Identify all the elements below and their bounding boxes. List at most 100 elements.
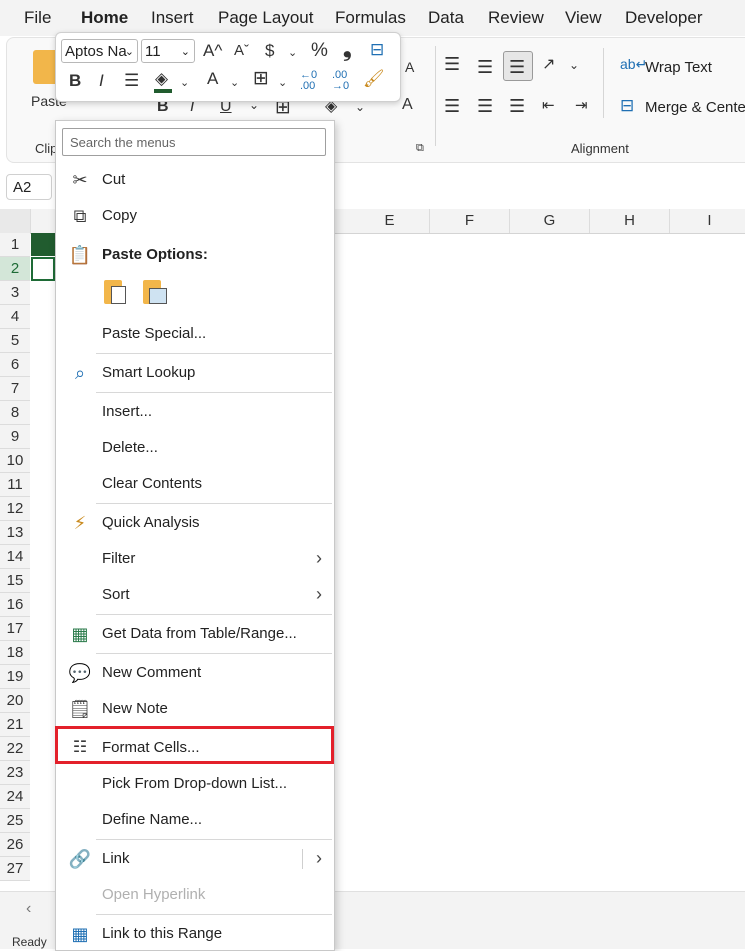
align-top-icon[interactable]: ☰	[444, 54, 460, 75]
row-header[interactable]: 12	[0, 497, 30, 521]
column-header-g[interactable]: G	[510, 209, 590, 233]
menu-item-quick-analysis[interactable]: ⚡ Quick Analysis	[56, 506, 332, 540]
row-header[interactable]: 25	[0, 809, 30, 833]
comma-style-icon[interactable]: ❟	[343, 38, 352, 60]
row-header[interactable]: 10	[0, 449, 30, 473]
row-header[interactable]: 9	[0, 425, 30, 449]
fill-color-icon[interactable]: ◈	[155, 69, 168, 89]
orientation-chevron-icon[interactable]: ⌄	[569, 58, 579, 72]
tab-review[interactable]: Review	[488, 8, 544, 28]
align-center-icon-mini[interactable]: ☰	[124, 71, 139, 91]
row-header[interactable]: 5	[0, 329, 30, 353]
wrap-text-icon[interactable]: ab↵	[620, 56, 647, 73]
align-left-icon[interactable]: ☰	[444, 96, 460, 117]
row-header[interactable]: 20	[0, 689, 30, 713]
row-header[interactable]: 24	[0, 785, 30, 809]
increase-font-size-icon[interactable]: A^	[203, 41, 222, 61]
increase-decimal-icon[interactable]: ←0.00	[300, 70, 317, 92]
decrease-font-size-icon[interactable]: Aˇ	[234, 41, 249, 61]
menu-item-get-data[interactable]: ▦ Get Data from Table/Range...	[56, 617, 332, 651]
orientation-icon[interactable]: ↗	[542, 54, 555, 74]
decrease-decimal-icon[interactable]: .00 →0	[332, 70, 349, 92]
menu-item-pick-dropdown[interactable]: Pick From Drop-down List...	[56, 767, 332, 801]
align-center-icon[interactable]: ☰	[477, 96, 493, 117]
row-header[interactable]: 1	[0, 233, 30, 257]
decrease-indent-icon[interactable]: ⇤	[542, 96, 555, 114]
borders-chevron-icon[interactable]: ⌄	[278, 73, 287, 93]
cell-a1[interactable]	[31, 233, 55, 256]
name-box[interactable]: A2	[6, 174, 52, 200]
tab-file[interactable]: File	[24, 8, 51, 28]
column-header-e[interactable]: E	[350, 209, 430, 233]
menu-item-link[interactable]: 🔗 Link ›	[56, 842, 332, 876]
merge-center-icon[interactable]: ⊟	[620, 96, 634, 116]
selected-cell-a2[interactable]	[31, 257, 55, 281]
column-header-i[interactable]: I	[670, 209, 745, 233]
menu-item-insert[interactable]: Insert...	[56, 395, 332, 429]
menu-item-sort[interactable]: Sort ›	[56, 578, 332, 612]
row-header[interactable]: 3	[0, 281, 30, 305]
row-header[interactable]: 4	[0, 305, 30, 329]
merge-center-button[interactable]: Merge & Cente	[645, 99, 745, 116]
menu-item-delete[interactable]: Delete...	[56, 431, 332, 465]
paste-option-paste-icon[interactable]	[102, 277, 128, 307]
align-right-icon[interactable]: ☰	[509, 96, 525, 117]
row-header[interactable]: 16	[0, 593, 30, 617]
tab-home[interactable]: Home	[81, 8, 128, 28]
font-color-icon-ribbon[interactable]: A	[402, 96, 413, 114]
font-color-icon[interactable]: A	[207, 69, 218, 89]
row-header[interactable]: 13	[0, 521, 30, 545]
tab-data[interactable]: Data	[428, 8, 464, 28]
column-header-h[interactable]: H	[590, 209, 670, 233]
chevron-right-icon[interactable]: ›	[316, 848, 322, 869]
column-header-f[interactable]: F	[430, 209, 510, 233]
font-size-select[interactable]: 11 ⌄	[141, 39, 195, 63]
tab-insert[interactable]: Insert	[151, 8, 194, 28]
row-header[interactable]: 11	[0, 473, 30, 497]
menu-item-new-note[interactable]: 🗒 New Note	[56, 692, 332, 726]
select-all-corner[interactable]	[0, 209, 31, 233]
row-header[interactable]: 27	[0, 857, 30, 881]
font-name-select[interactable]: Aptos Na ⌄	[61, 39, 138, 63]
row-header[interactable]: 7	[0, 377, 30, 401]
format-painter-icon[interactable]: 🖌	[363, 69, 385, 89]
row-header[interactable]: 15	[0, 569, 30, 593]
menu-item-cut[interactable]: ✂ Cut	[56, 163, 332, 197]
align-middle-icon[interactable]: ☰	[477, 57, 493, 78]
borders-icon[interactable]: ⊞	[253, 69, 269, 89]
row-header[interactable]: 21	[0, 713, 30, 737]
row-header[interactable]: 14	[0, 545, 30, 569]
row-header[interactable]: 17	[0, 617, 30, 641]
italic-icon[interactable]: I	[99, 71, 104, 91]
tab-page-layout[interactable]: Page Layout	[218, 8, 313, 28]
row-header[interactable]: 19	[0, 665, 30, 689]
merge-icon-mini[interactable]: ⊟	[370, 40, 384, 60]
menu-item-paste-special[interactable]: Paste Special...	[56, 317, 332, 351]
row-header[interactable]: 2	[0, 257, 30, 281]
font-color-chevron-icon[interactable]: ⌄	[230, 73, 239, 93]
row-header[interactable]: 23	[0, 761, 30, 785]
row-header[interactable]: 18	[0, 641, 30, 665]
fill-chevron-icon[interactable]: ⌄	[180, 73, 189, 93]
font-dialog-launcher-icon[interactable]: ⧉	[416, 142, 424, 155]
row-header[interactable]: 8	[0, 401, 30, 425]
menu-item-filter[interactable]: Filter ›	[56, 542, 332, 576]
bold-icon[interactable]: B	[69, 71, 81, 91]
font-size-icon-ribbon[interactable]: A	[405, 59, 414, 75]
tab-formulas[interactable]: Formulas	[335, 8, 406, 28]
row-header[interactable]: 26	[0, 833, 30, 857]
menu-item-clear-contents[interactable]: Clear Contents	[56, 467, 332, 501]
increase-indent-icon[interactable]: ⇥	[575, 96, 588, 114]
row-header[interactable]: 6	[0, 353, 30, 377]
menu-item-copy[interactable]: ⧉ Copy	[56, 199, 332, 233]
tab-developer[interactable]: Developer	[625, 8, 703, 28]
menu-item-new-comment[interactable]: 💬 New Comment	[56, 656, 332, 690]
chevron-down-icon-2[interactable]: ⌄	[355, 100, 365, 114]
percent-icon[interactable]: %	[311, 41, 328, 61]
row-header[interactable]: 22	[0, 737, 30, 761]
scroll-left-icon[interactable]: ‹	[26, 900, 31, 918]
tab-view[interactable]: View	[565, 8, 602, 28]
currency-chevron-icon[interactable]: ⌄	[288, 43, 297, 63]
wrap-text-button[interactable]: Wrap Text	[645, 59, 712, 76]
paste-option-picture-icon[interactable]	[141, 277, 167, 307]
